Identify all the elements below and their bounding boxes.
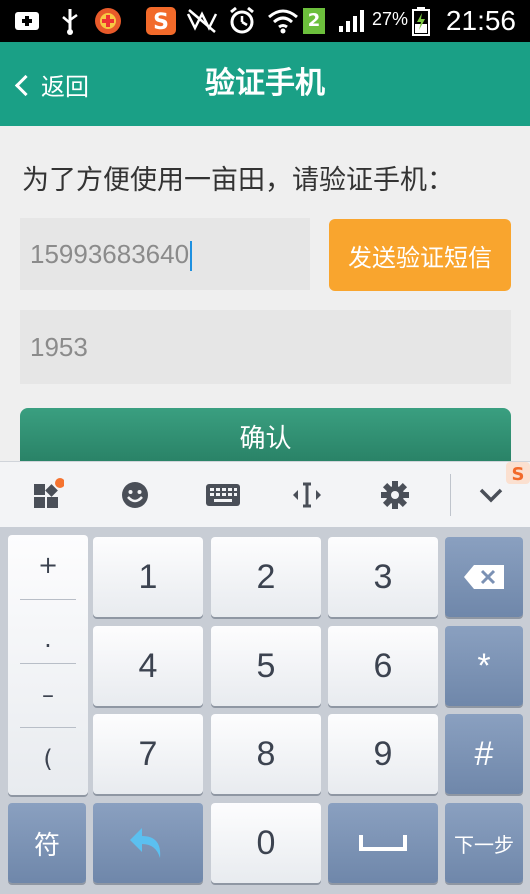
symbol-switch-key[interactable]: 符 [8,803,86,883]
key-0[interactable]: 0 [211,803,321,883]
text-cursor [190,241,193,272]
keyboard-icon[interactable] [204,478,242,512]
key-8[interactable]: 8 [211,714,321,794]
space-key[interactable] [328,803,438,883]
symbol-key-dot[interactable]: . [8,625,88,653]
sim-2-icon: 2 [302,6,326,36]
key-5[interactable]: 5 [211,626,321,706]
backspace-key[interactable] [445,537,523,617]
symbol-key-plus[interactable]: + [8,551,88,579]
key-3[interactable]: 3 [328,537,438,617]
symbol-key-paren[interactable]: ( [8,745,88,773]
sogou-logo-icon: S [504,462,530,485]
key-1[interactable]: 1 [93,537,203,617]
sogou-icon: S [144,6,178,36]
divider [20,599,76,600]
return-key[interactable] [93,803,203,883]
key-2[interactable]: 2 [211,537,321,617]
phone-input-value: 15993683640 [30,239,190,269]
key-asterisk[interactable]: * [445,626,523,706]
key-4[interactable]: 4 [93,626,203,706]
notification-app-icon [92,6,126,36]
toolbar-divider [450,474,451,516]
symbol-key-dash[interactable]: – [8,681,88,709]
next-step-key[interactable]: 下一步 [445,803,523,883]
gear-icon[interactable] [378,478,412,512]
usb-icon [56,6,84,36]
numeric-keyboard: + . – ( 1 2 3 4 5 6 * 7 8 9 # 符 0 下一步 [0,527,530,894]
battery-icon [410,6,432,36]
keyboard-toolbar: S [0,461,530,528]
key-hash[interactable]: # [445,714,523,794]
verification-code-value: 1953 [30,332,88,362]
svg-text:S: S [512,464,525,484]
cursor-move-icon[interactable] [290,478,324,512]
form-prompt: 为了方便使用一亩田，请验证手机： [22,165,454,196]
symbol-column[interactable]: + . – ( [8,535,88,795]
apps-icon[interactable] [30,478,64,512]
no-sound-icon [184,6,220,36]
status-time: 21:56 [445,5,516,36]
key-6[interactable]: 6 [328,626,438,706]
space-icon [359,835,407,851]
battery-percent: 27% [372,9,409,29]
phone-input[interactable]: 15993683640 [20,218,310,290]
verify-form: 为了方便使用一亩田，请验证手机： 15993683640 发送验证短信 1953… [0,126,530,470]
divider [20,727,76,728]
key-7[interactable]: 7 [93,714,203,794]
plus-icon [12,6,42,36]
status-bar: S 2 27% 21:56 [0,0,530,42]
wifi-icon [266,6,300,36]
divider [20,663,76,664]
emoji-icon[interactable] [118,478,152,512]
key-9[interactable]: 9 [328,714,438,794]
verification-code-input[interactable]: 1953 [20,310,511,384]
chevron-down-icon[interactable] [474,478,508,512]
alarm-icon [226,6,258,36]
page-title: 验证手机 [205,66,325,101]
undo-arrow-icon [130,828,161,858]
svg-text:S: S [153,10,169,35]
backspace-icon [464,565,504,589]
send-sms-button[interactable]: 发送验证短信 [329,219,511,291]
app-header: 返回 验证手机 [0,42,530,126]
sim-badge: 2 [303,8,325,34]
signal-icon [336,6,368,36]
